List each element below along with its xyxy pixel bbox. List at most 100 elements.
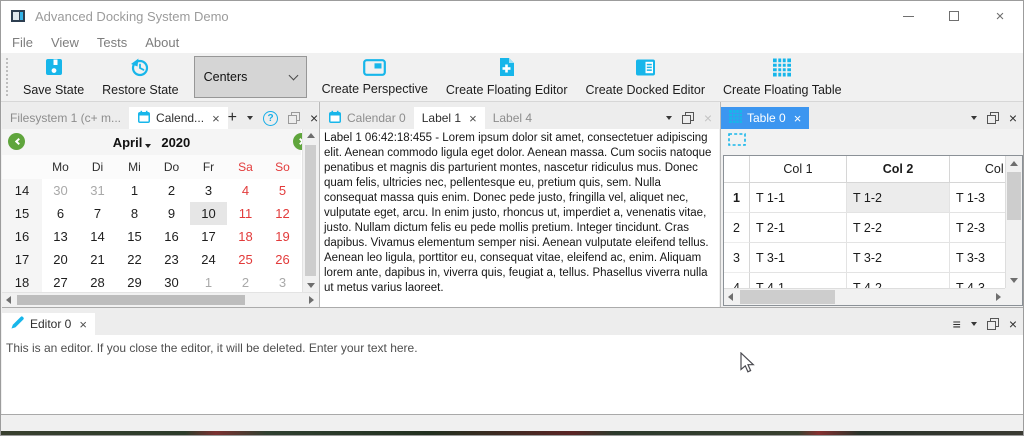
tab-label-4[interactable]: Label 4 xyxy=(485,107,540,129)
calendar-day[interactable]: 5 xyxy=(264,179,301,202)
tab-table-0[interactable]: Table 0 × xyxy=(721,107,809,129)
editor-menu-button[interactable]: ≡ xyxy=(953,317,961,331)
scroll-right-icon[interactable] xyxy=(996,293,1001,301)
calendar-horizontal-scrollbar[interactable] xyxy=(2,292,318,307)
tab-menu-button[interactable] xyxy=(971,322,977,326)
calendar-day[interactable]: 24 xyxy=(190,248,227,271)
maximize-button[interactable] xyxy=(931,1,977,31)
calendar-day[interactable]: 11 xyxy=(227,202,264,225)
restore-state-button[interactable]: Restore State xyxy=(93,53,187,101)
float-panel-button[interactable] xyxy=(682,112,694,124)
calendar-day[interactable]: 30 xyxy=(153,271,190,294)
row-header[interactable]: 3 xyxy=(724,243,750,273)
scrollbar-thumb[interactable] xyxy=(740,290,835,304)
float-panel-button[interactable] xyxy=(288,112,300,124)
calendar-day[interactable]: 3 xyxy=(264,271,301,294)
calendar-day[interactable]: 23 xyxy=(153,248,190,271)
marquee-selection-icon[interactable] xyxy=(728,133,746,151)
add-tab-button[interactable]: + xyxy=(228,110,237,126)
table-horizontal-scrollbar[interactable] xyxy=(724,288,1005,305)
table-cell[interactable]: T 1-1 xyxy=(750,183,847,213)
calendar-month[interactable]: April xyxy=(113,135,143,150)
scrollbar-thumb[interactable] xyxy=(17,295,245,305)
toolbar-drag-handle[interactable] xyxy=(6,58,10,96)
row-header[interactable]: 2 xyxy=(724,213,750,243)
create-floating-table-button[interactable]: Create Floating Table xyxy=(714,53,851,101)
create-docked-editor-button[interactable]: Create Docked Editor xyxy=(577,53,715,101)
calendar-day[interactable]: 17 xyxy=(190,225,227,248)
tab-calendar[interactable]: Calend... × xyxy=(129,107,228,129)
tab-filesystem-1[interactable]: Filesystem 1 (c+ m... xyxy=(2,107,129,129)
calendar-day[interactable]: 1 xyxy=(190,271,227,294)
menu-view[interactable]: View xyxy=(42,31,88,53)
calendar-day[interactable]: 6 xyxy=(42,202,79,225)
splitter-center-right[interactable] xyxy=(720,102,721,307)
create-floating-editor-button[interactable]: Create Floating Editor xyxy=(437,53,577,101)
menu-about[interactable]: About xyxy=(136,31,188,53)
help-button[interactable]: ? xyxy=(263,111,278,126)
calendar-day[interactable]: 13 xyxy=(42,225,79,248)
calendar-day[interactable]: 26 xyxy=(264,248,301,271)
calendar-day[interactable]: 2 xyxy=(227,271,264,294)
float-panel-button[interactable] xyxy=(987,318,999,330)
calendar-day[interactable]: 20 xyxy=(42,248,79,271)
scroll-right-icon[interactable] xyxy=(309,296,314,304)
calendar-day[interactable]: 9 xyxy=(153,202,190,225)
scroll-up-icon[interactable] xyxy=(1010,161,1018,166)
table-corner-cell[interactable] xyxy=(724,156,750,183)
scroll-left-icon[interactable] xyxy=(6,296,11,304)
tab-table-0-close-icon[interactable]: × xyxy=(794,112,802,125)
tab-editor-0-close-icon[interactable]: × xyxy=(79,318,87,331)
calendar-day[interactable]: 1 xyxy=(116,179,153,202)
row-header[interactable]: 1 xyxy=(724,183,750,213)
close-panel-button[interactable]: × xyxy=(704,111,712,125)
scrollbar-thumb[interactable] xyxy=(1007,172,1021,220)
tab-menu-button[interactable] xyxy=(666,116,672,120)
calendar-day[interactable]: 29 xyxy=(116,271,153,294)
scroll-down-icon[interactable] xyxy=(307,283,315,288)
scroll-down-icon[interactable] xyxy=(1010,278,1018,283)
close-panel-button[interactable]: × xyxy=(1009,317,1017,331)
column-header[interactable]: Col 2 xyxy=(847,156,950,183)
tab-calendar-close-icon[interactable]: × xyxy=(212,112,220,125)
menu-file[interactable]: File xyxy=(3,31,42,53)
scroll-left-icon[interactable] xyxy=(728,293,733,301)
minimize-button[interactable] xyxy=(885,1,931,31)
calendar-day[interactable]: 31 xyxy=(79,179,116,202)
calendar-day[interactable]: 4 xyxy=(227,179,264,202)
close-button[interactable]: × xyxy=(977,1,1023,31)
perspective-combobox[interactable]: Centers xyxy=(194,56,307,98)
calendar-day[interactable]: 14 xyxy=(79,225,116,248)
table-cell[interactable]: T 3-2 xyxy=(847,243,950,273)
calendar-day[interactable]: 2 xyxy=(153,179,190,202)
tab-menu-button[interactable] xyxy=(247,116,253,120)
calendar-day[interactable]: 7 xyxy=(79,202,116,225)
tab-label-1[interactable]: Label 1 × xyxy=(414,107,485,129)
calendar-day[interactable]: 22 xyxy=(116,248,153,271)
calendar-day[interactable]: 25 xyxy=(227,248,264,271)
calendar-day[interactable]: 3 xyxy=(190,179,227,202)
editor-0-content[interactable]: This is an editor. If you close the edit… xyxy=(2,335,1024,414)
tab-menu-button[interactable] xyxy=(971,116,977,120)
menu-tests[interactable]: Tests xyxy=(88,31,136,53)
calendar-day[interactable]: 27 xyxy=(42,271,79,294)
calendar-day[interactable]: 19 xyxy=(264,225,301,248)
tab-calendar-0[interactable]: Calendar 0 xyxy=(320,107,414,129)
calendar-day[interactable]: 15 xyxy=(116,225,153,248)
calendar-vertical-scrollbar[interactable] xyxy=(302,129,318,292)
tab-editor-0[interactable]: Editor 0 × xyxy=(2,313,95,335)
table-cell[interactable]: T 2-2 xyxy=(847,213,950,243)
create-perspective-button[interactable]: Create Perspective xyxy=(313,53,437,101)
float-panel-button[interactable] xyxy=(987,112,999,124)
calendar-year[interactable]: 2020 xyxy=(161,135,190,150)
calendar-day[interactable]: 16 xyxy=(153,225,190,248)
calendar-day[interactable]: 21 xyxy=(79,248,116,271)
tab-label-1-close-icon[interactable]: × xyxy=(469,112,477,125)
close-panel-button[interactable]: × xyxy=(1009,111,1017,125)
close-panel-button[interactable]: × xyxy=(310,111,318,125)
table-cell[interactable]: T 2-1 xyxy=(750,213,847,243)
calendar-day[interactable]: 8 xyxy=(116,202,153,225)
column-header[interactable]: Col 1 xyxy=(750,156,847,183)
table-vertical-scrollbar[interactable] xyxy=(1005,156,1022,288)
splitter-left-center[interactable] xyxy=(319,102,320,307)
